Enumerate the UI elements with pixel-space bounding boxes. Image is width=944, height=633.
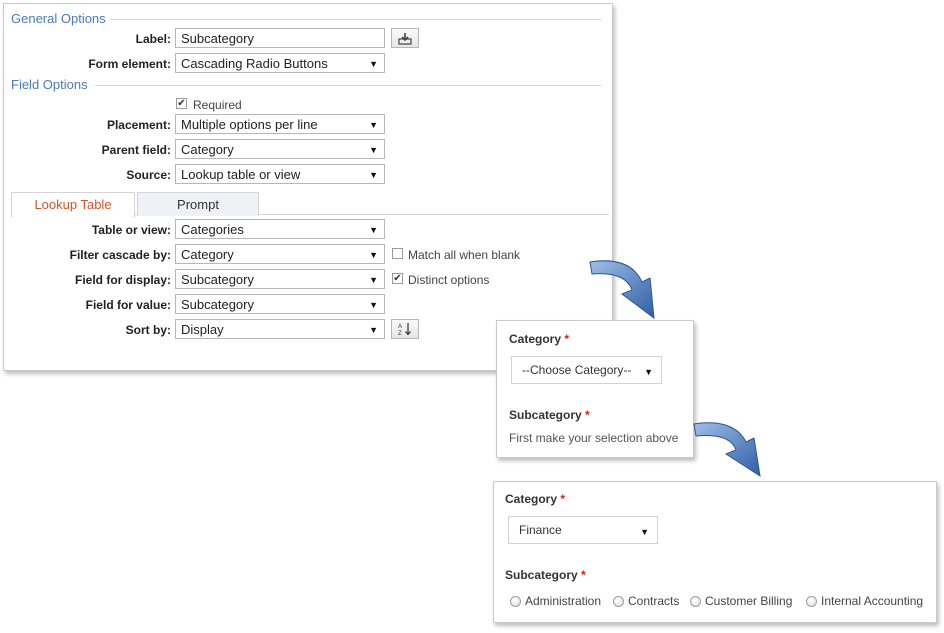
category-label: Category *: [509, 332, 569, 346]
distinct-options-checkbox[interactable]: ✔: [392, 273, 403, 284]
source-value: Lookup table or view: [181, 167, 301, 182]
chevron-down-icon: ▼: [369, 250, 378, 260]
flow-arrow-icon: [693, 422, 761, 478]
form-element-select[interactable]: Cascading Radio Buttons ▼: [175, 53, 385, 73]
form-element-value: Cascading Radio Buttons: [181, 56, 328, 71]
subcategory-radio-option[interactable]: Internal Accounting: [806, 594, 923, 608]
chevron-down-icon: ▼: [640, 527, 649, 537]
required-star: *: [585, 408, 590, 422]
distinct-options-label: Distinct options: [408, 273, 490, 287]
table-or-view-value: Categories: [181, 222, 244, 237]
table-or-view-select[interactable]: Categories ▼: [175, 219, 385, 239]
sort-by-select[interactable]: Display ▼: [175, 319, 385, 339]
section-divider: [111, 19, 601, 20]
field-display-label: Field for display:: [74, 273, 171, 287]
category-select-value: Finance: [519, 523, 562, 537]
preview-empty-panel: Category * --Choose Category-- ▼ Subcate…: [496, 320, 694, 458]
match-all-checkbox[interactable]: [392, 248, 403, 259]
subcategory-radio-option[interactable]: Customer Billing: [690, 594, 792, 608]
sort-by-value: Display: [181, 322, 224, 337]
field-value-select[interactable]: Subcategory ▼: [175, 294, 385, 314]
radio-label: Contracts: [628, 594, 680, 608]
required-star: *: [564, 332, 570, 346]
chevron-down-icon: ▼: [369, 225, 378, 235]
placement-value: Multiple options per line: [181, 117, 318, 132]
match-all-label: Match all when blank: [408, 248, 521, 262]
required-star: *: [560, 492, 566, 506]
parent-field-value: Category: [181, 142, 234, 157]
check-icon: ✔: [393, 273, 402, 284]
chevron-down-icon: ▼: [369, 120, 378, 130]
flow-arrow-icon: [589, 260, 655, 320]
parent-field-select[interactable]: Category ▼: [175, 139, 385, 159]
radio-label: Internal Accounting: [821, 594, 924, 608]
svg-text:A: A: [398, 324, 402, 330]
radio-button[interactable]: [690, 595, 701, 607]
subcategory-label-text: Subcategory: [509, 408, 582, 422]
radio-button[interactable]: [510, 595, 521, 607]
insert-field-icon: [398, 32, 412, 45]
radio-button[interactable]: [613, 595, 624, 607]
required-star: *: [581, 568, 586, 582]
field-display-select[interactable]: Subcategory ▼: [175, 269, 385, 289]
general-options-title: General Options: [11, 11, 106, 26]
chevron-down-icon: ▼: [644, 367, 653, 377]
required-label: Required: [193, 98, 242, 112]
category-label-text: Category: [509, 332, 562, 346]
label-field-label: Label:: [135, 32, 171, 46]
insert-field-button[interactable]: [391, 28, 419, 48]
category-label: Category *: [505, 492, 565, 506]
subcategory-label-text: Subcategory: [505, 568, 578, 582]
field-config-panel: General Options Label: Subcategory Form …: [3, 3, 613, 371]
required-checkbox[interactable]: ✔: [176, 98, 187, 109]
preview-selected-panel: Category * Finance ▼ Subcategory * Admin…: [493, 481, 937, 623]
filter-cascade-value: Category: [181, 247, 234, 262]
field-value-label: Field for value:: [85, 298, 171, 312]
chevron-down-icon: ▼: [369, 325, 378, 335]
sort-az-icon: A Z: [398, 323, 411, 336]
field-value-value: Subcategory: [181, 297, 254, 312]
sort-by-label: Sort by:: [125, 323, 171, 337]
placement-label: Placement:: [106, 118, 171, 132]
check-icon: ✔: [177, 98, 186, 109]
category-select-value: --Choose Category--: [522, 363, 632, 377]
form-element-label: Form element:: [88, 57, 171, 71]
chevron-down-icon: ▼: [369, 59, 378, 69]
subcategory-label: Subcategory *: [505, 568, 586, 582]
subcategory-radio-option[interactable]: Contracts: [613, 594, 679, 608]
placement-select[interactable]: Multiple options per line ▼: [175, 114, 385, 134]
parent-field-label: Parent field:: [101, 143, 171, 157]
category-select[interactable]: --Choose Category-- ▼: [511, 356, 662, 384]
tab-prompt[interactable]: Prompt: [137, 192, 259, 216]
radio-button[interactable]: [806, 595, 817, 607]
radio-label: Administration: [525, 594, 602, 608]
subcategory-radio-option[interactable]: Administration: [510, 594, 601, 608]
chevron-down-icon: ▼: [369, 275, 378, 285]
filter-cascade-label: Filter cascade by:: [69, 248, 171, 262]
chevron-down-icon: ▼: [369, 145, 378, 155]
field-options-title: Field Options: [11, 77, 88, 92]
field-display-value: Subcategory: [181, 272, 254, 287]
subcategory-label: Subcategory *: [509, 408, 590, 422]
chevron-down-icon: ▼: [369, 170, 378, 180]
category-select[interactable]: Finance ▼: [508, 516, 658, 544]
label-input[interactable]: Subcategory: [175, 28, 385, 48]
section-divider: [95, 85, 601, 86]
source-select[interactable]: Lookup table or view ▼: [175, 164, 385, 184]
table-or-view-label: Table or view:: [91, 223, 171, 237]
tab-lookup-table[interactable]: Lookup Table: [11, 192, 135, 217]
radio-label: Customer Billing: [705, 594, 793, 608]
category-label-text: Category: [505, 492, 558, 506]
filter-cascade-select[interactable]: Category ▼: [175, 244, 385, 264]
chevron-down-icon: ▼: [369, 300, 378, 310]
subcategory-help-text: First make your selection above: [509, 431, 679, 445]
svg-text:Z: Z: [398, 331, 402, 336]
sort-direction-button[interactable]: A Z: [391, 319, 419, 339]
source-label: Source:: [126, 168, 171, 182]
